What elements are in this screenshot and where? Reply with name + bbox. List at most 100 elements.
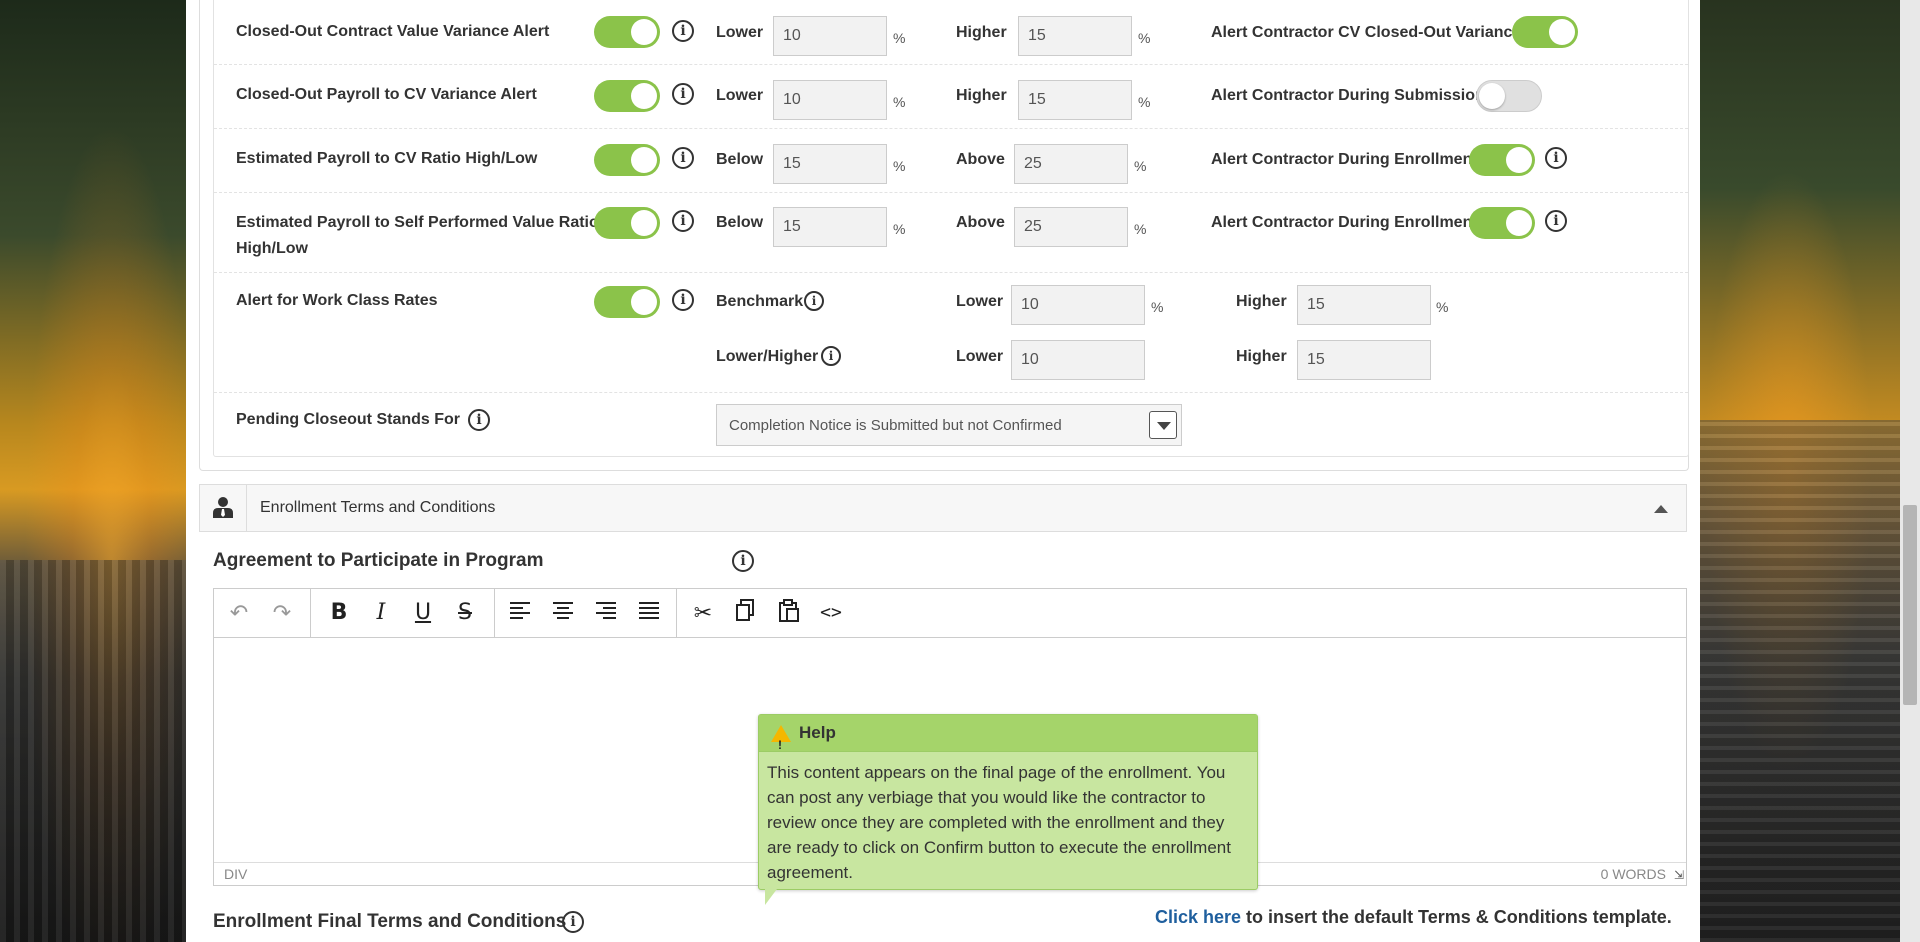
- enrollment-terms-section-header[interactable]: Enrollment Terms and Conditions: [199, 484, 1687, 532]
- setting-label: Closed-Out Contract Value Variance Alert: [236, 23, 550, 40]
- insert-template-text: Click here to insert the default Terms &…: [1155, 907, 1672, 928]
- higher-input[interactable]: 15: [1018, 80, 1132, 120]
- higher-label: Higher: [956, 87, 1007, 104]
- cv-variance-toggle[interactable]: [594, 16, 660, 48]
- info-icon[interactable]: i: [1545, 147, 1567, 169]
- source-code-icon[interactable]: <>: [816, 599, 846, 627]
- below-label: Below: [716, 151, 764, 168]
- underline-icon[interactable]: U: [408, 599, 438, 627]
- info-icon[interactable]: i: [1545, 210, 1567, 232]
- info-icon[interactable]: i: [562, 911, 584, 933]
- work-class-toggle[interactable]: [594, 286, 660, 318]
- percent-unit: %: [1134, 221, 1147, 237]
- page-scrollbar[interactable]: [1900, 0, 1920, 942]
- info-icon[interactable]: i: [804, 291, 824, 311]
- align-center-icon[interactable]: [549, 599, 579, 627]
- lower-input[interactable]: 10: [773, 16, 887, 56]
- setting-row-self-performed-ratio: Estimated Payroll to Self Performed Valu…: [214, 192, 1688, 273]
- insert-template-suffix: to insert the default Terms & Conditions…: [1241, 907, 1672, 927]
- payroll-cv-ratio-toggle[interactable]: [594, 144, 660, 176]
- alert-settings-box: Closed-Out Contract Value Variance Alert…: [199, 0, 1689, 471]
- lh-lower-label: Lower: [956, 348, 1004, 365]
- percent-unit: %: [1134, 158, 1147, 174]
- scrollbar-thumb[interactable]: [1903, 505, 1917, 705]
- payroll-cv-variance-toggle[interactable]: [594, 80, 660, 112]
- benchmark-higher-input[interactable]: 15: [1297, 285, 1431, 325]
- clipboard-group: ✂ <>: [676, 589, 1686, 637]
- lh-higher-input[interactable]: 15: [1297, 340, 1431, 380]
- setting-row-payroll-cv-variance: Closed-Out Payroll to CV Variance Alert …: [214, 64, 1688, 129]
- setting-label-line2: High/Low: [236, 240, 308, 257]
- collapse-caret-icon[interactable]: [1654, 505, 1668, 513]
- below-label: Below: [716, 214, 764, 231]
- background-image-right: [1700, 0, 1920, 942]
- lower-input[interactable]: 10: [773, 80, 887, 120]
- info-icon[interactable]: i: [672, 210, 694, 232]
- lh-lower-input[interactable]: 10: [1011, 340, 1145, 380]
- percent-unit: %: [1138, 94, 1151, 110]
- info-icon[interactable]: i: [468, 409, 490, 431]
- alert-contractor-label: Alert Contractor During Enrollment: [1211, 214, 1478, 231]
- higher-input[interactable]: 15: [1018, 16, 1132, 56]
- tooltip-title: Help: [799, 723, 836, 742]
- pending-closeout-label: Pending Closeout Stands For: [236, 411, 461, 428]
- alert-settings-inner: Closed-Out Contract Value Variance Alert…: [213, 0, 1689, 457]
- below-input[interactable]: 15: [773, 207, 887, 247]
- justify-icon[interactable]: [635, 599, 665, 627]
- percent-unit: %: [1151, 299, 1164, 315]
- word-count: 0 WORDS: [1600, 866, 1666, 882]
- section-title: Enrollment Terms and Conditions: [260, 499, 496, 516]
- lower-label: Lower: [716, 87, 764, 104]
- redo-icon[interactable]: ↷: [267, 599, 297, 627]
- percent-unit: %: [893, 158, 906, 174]
- undo-icon[interactable]: ↶: [224, 599, 254, 627]
- benchmark-higher-label: Higher: [1236, 293, 1287, 310]
- strikethrough-icon[interactable]: S: [450, 599, 480, 627]
- percent-unit: %: [893, 30, 906, 46]
- tooltip-body: This content appears on the final page o…: [767, 763, 1231, 882]
- self-performed-ratio-toggle[interactable]: [594, 207, 660, 239]
- benchmark-lower-input[interactable]: 10: [1011, 285, 1145, 325]
- insert-template-link[interactable]: Click here: [1155, 907, 1241, 927]
- alert-contractor-toggle[interactable]: [1512, 16, 1578, 48]
- info-icon[interactable]: i: [821, 346, 841, 366]
- agreement-title: Agreement to Participate in Program: [213, 550, 544, 571]
- warning-icon: [771, 725, 791, 763]
- higher-label: Higher: [956, 24, 1007, 41]
- align-right-icon[interactable]: [592, 599, 622, 627]
- above-input[interactable]: 25: [1014, 207, 1128, 247]
- info-icon[interactable]: i: [732, 550, 754, 572]
- alert-contractor-label: Alert Contractor During Enrollment: [1211, 151, 1478, 168]
- percent-unit: %: [1436, 299, 1449, 315]
- editor-toolbar: ↶ ↷ B I U S ✂ <>: [214, 589, 1686, 638]
- alert-contractor-toggle[interactable]: [1469, 144, 1535, 176]
- lower-label: Lower: [716, 24, 764, 41]
- info-icon[interactable]: i: [672, 83, 694, 105]
- bold-icon[interactable]: B: [324, 599, 354, 627]
- lower-higher-label: Lower/Higher: [716, 348, 819, 365]
- pending-closeout-select[interactable]: Completion Notice is Submitted but not C…: [716, 404, 1182, 446]
- element-path: DIV: [224, 866, 248, 882]
- info-icon[interactable]: i: [672, 20, 694, 42]
- above-input[interactable]: 25: [1014, 144, 1128, 184]
- italic-icon[interactable]: I: [366, 599, 396, 627]
- alert-contractor-toggle[interactable]: [1476, 80, 1542, 112]
- paste-icon[interactable]: [774, 599, 804, 627]
- help-tooltip: Help This content appears on the final p…: [758, 714, 1258, 905]
- align-left-icon[interactable]: [506, 599, 536, 627]
- resize-handle-icon[interactable]: ⇲: [1674, 868, 1684, 882]
- setting-label: Estimated Payroll to CV Ratio High/Low: [236, 150, 538, 167]
- info-icon[interactable]: i: [672, 147, 694, 169]
- alert-contractor-label: Alert Contractor During Submission: [1211, 87, 1485, 104]
- below-input[interactable]: 15: [773, 144, 887, 184]
- percent-unit: %: [893, 94, 906, 110]
- setting-label: Alert for Work Class Rates: [236, 292, 438, 309]
- alert-contractor-toggle[interactable]: [1469, 207, 1535, 239]
- cut-icon[interactable]: ✂: [688, 599, 718, 627]
- info-icon[interactable]: i: [672, 289, 694, 311]
- align-group: [494, 589, 677, 637]
- setting-row-work-class: Alert for Work Class Rates i Benchmark i…: [214, 272, 1688, 393]
- copy-icon[interactable]: [730, 599, 760, 627]
- percent-unit: %: [893, 221, 906, 237]
- chevron-down-icon[interactable]: [1149, 411, 1177, 439]
